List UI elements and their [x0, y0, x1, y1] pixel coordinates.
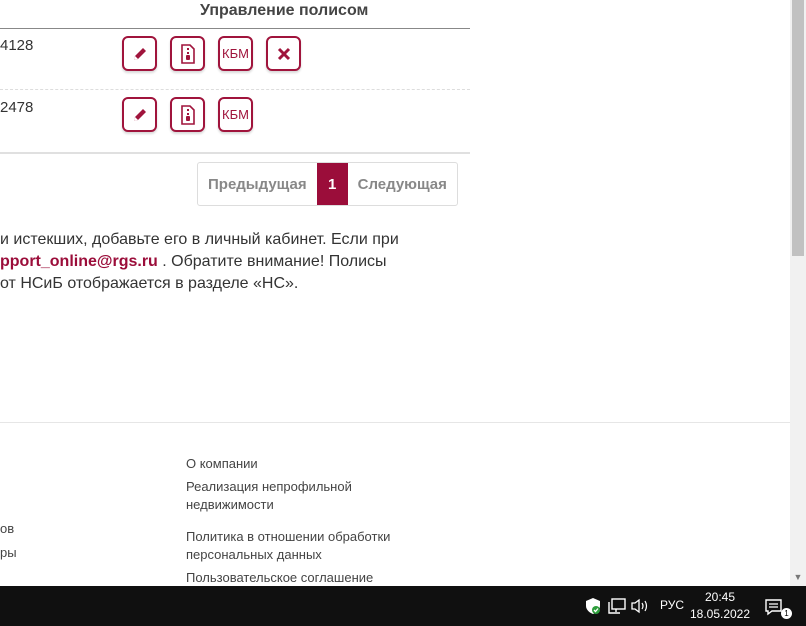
- footer-link[interactable]: ов: [0, 520, 14, 538]
- notification-count-badge: 1: [781, 608, 792, 619]
- footer-divider: [0, 422, 790, 423]
- edit-policy-button[interactable]: [122, 36, 157, 71]
- row-actions: КБМ: [122, 36, 301, 71]
- pagination-previous[interactable]: Предыдущая: [198, 163, 317, 205]
- scrollbar-thumb[interactable]: [792, 0, 804, 256]
- volume-icon[interactable]: [630, 596, 650, 616]
- kbm-button[interactable]: КБМ: [218, 36, 253, 71]
- close-icon: [277, 47, 290, 60]
- pencil-icon: [133, 47, 146, 60]
- info-line: pport_online@rgs.ru . Обратите внимание!…: [0, 251, 460, 273]
- footer-link-privacy-policy[interactable]: Политика в отношении обработки: [186, 528, 390, 546]
- policy-number: 4128: [0, 37, 34, 54]
- footer-link-about[interactable]: О компании: [186, 455, 258, 473]
- taskbar: [0, 586, 806, 626]
- table-bottom-border: [0, 152, 470, 154]
- pagination-current-page[interactable]: 1: [316, 163, 348, 205]
- page-content: Управление полисом 4128 КБМ 2478 КБМ Пре…: [0, 0, 790, 586]
- footer-link-user-agreement[interactable]: Пользовательское соглашение: [186, 569, 373, 586]
- input-language-indicator[interactable]: РУС: [660, 598, 684, 612]
- column-header-policy-management: Управление полисом: [200, 2, 369, 19]
- edit-policy-button[interactable]: [122, 97, 157, 132]
- row-actions: КБМ: [122, 97, 253, 132]
- network-icon[interactable]: [607, 596, 627, 616]
- footer-link[interactable]: ры: [0, 544, 17, 562]
- row-divider: [0, 89, 470, 90]
- footer-link-real-estate-cont[interactable]: недвижимости: [186, 496, 274, 514]
- scroll-down-arrow-icon[interactable]: ▼: [792, 570, 804, 584]
- info-text: . Обратите внимание! Полисы: [157, 253, 387, 270]
- document-zip-icon: [180, 43, 195, 64]
- pagination-next[interactable]: Следующая: [348, 163, 457, 205]
- support-email-link[interactable]: pport_online@rgs.ru: [0, 253, 158, 270]
- pagination: Предыдущая 1 Следующая: [197, 162, 458, 206]
- footer-link-privacy-policy-cont[interactable]: персональных данных: [186, 546, 322, 564]
- pencil-icon: [133, 108, 146, 121]
- info-line: от НСиБ отображается в разделе «НС».: [0, 275, 299, 292]
- footer-link-real-estate[interactable]: Реализация непрофильной: [186, 478, 352, 496]
- clock-date: 18.05.2022: [689, 607, 751, 621]
- clock-time: 20:45: [704, 590, 736, 604]
- document-zip-icon: [180, 104, 195, 125]
- document-button[interactable]: [170, 97, 205, 132]
- info-paragraph: и истекших, добавьте его в личный кабине…: [0, 229, 460, 295]
- delete-policy-button[interactable]: [266, 36, 301, 71]
- info-line: и истекших, добавьте его в личный кабине…: [0, 231, 399, 248]
- taskbar-clock[interactable]: 20:45 18.05.2022: [688, 589, 752, 623]
- kbm-button[interactable]: КБМ: [218, 97, 253, 132]
- policy-number: 2478: [0, 99, 34, 116]
- security-shield-icon[interactable]: [583, 596, 603, 616]
- header-divider: [0, 28, 470, 29]
- document-button[interactable]: [170, 36, 205, 71]
